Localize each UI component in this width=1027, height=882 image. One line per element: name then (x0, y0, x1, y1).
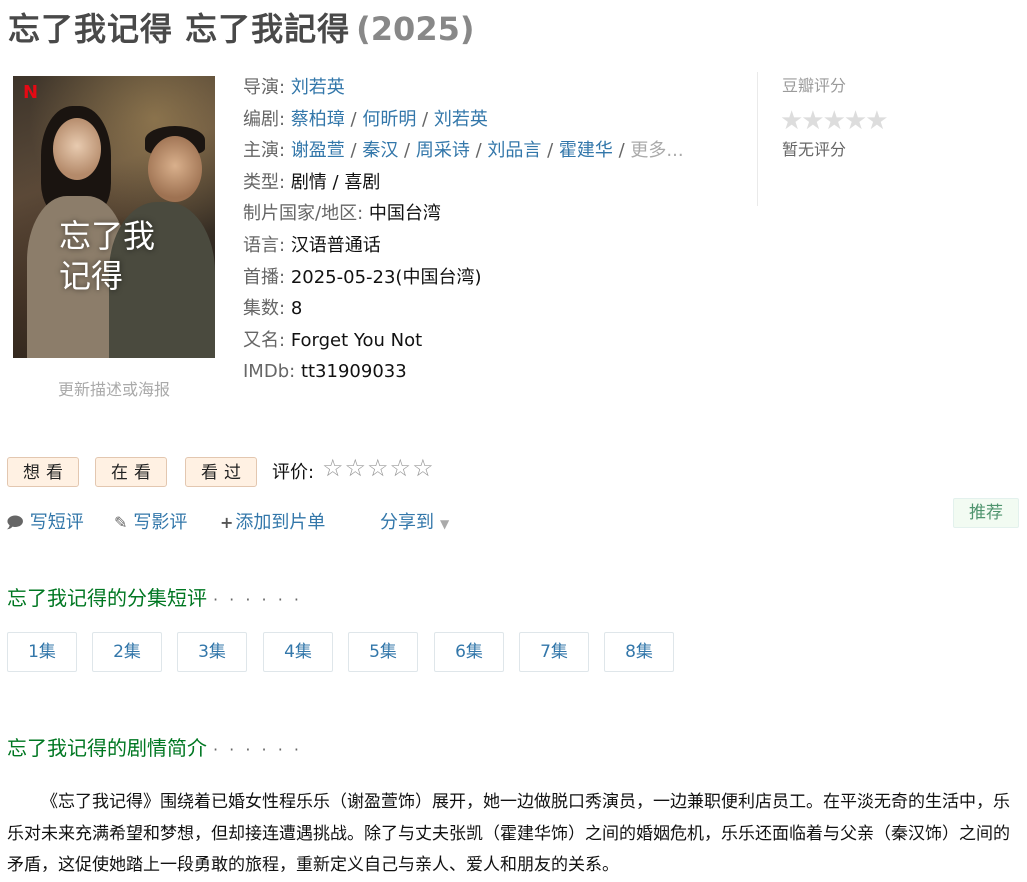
cast-more-link[interactable]: 更多... (630, 140, 683, 161)
language-label: 语言: (243, 234, 286, 256)
poster-title-overlay: 忘了我 记得 (59, 216, 155, 296)
imdb-row: IMDb: tt31909033 (243, 356, 684, 388)
rate-stars-input[interactable]: ☆☆☆☆☆ (322, 454, 435, 482)
summary-heading: 忘了我记得的剧情简介 · · · · · · (7, 732, 302, 761)
write-review-link[interactable]: ✎ 写影评 (114, 508, 187, 534)
episodes-label: 集数: (243, 298, 286, 320)
write-short-review-link[interactable]: 🗩 写短评 (6, 508, 84, 539)
netflix-logo: N (23, 82, 39, 103)
episodes-value: 8 (290, 298, 303, 320)
no-rating-text: 暂无评分 (782, 140, 847, 159)
plus-icon: + (220, 513, 234, 532)
share-dropdown[interactable]: 分享到 ▼ (380, 508, 449, 534)
genre-label: 类型: (243, 171, 286, 193)
episode-button[interactable]: 6集 (434, 632, 504, 672)
aka-value: Forget You Not (290, 329, 423, 351)
imdb-value: tt31909033 (300, 361, 407, 383)
watched-button[interactable]: 看过 (185, 457, 257, 487)
director-row: 导演: 刘若英 (243, 72, 684, 104)
episode-button[interactable]: 4集 (263, 632, 333, 672)
writer-link[interactable]: 刘若英 (434, 109, 488, 130)
episode-button[interactable]: 7集 (519, 632, 589, 672)
section-dots: · · · · · · (213, 590, 302, 609)
region-value: 中国台湾 (368, 203, 441, 225)
premiere-row: 首播: 2025-05-23(中国台湾) (243, 262, 684, 294)
region-row: 制片国家/地区: 中国台湾 (243, 198, 684, 230)
director-link[interactable]: 刘若英 (291, 77, 345, 98)
caret-down-icon: ▼ (440, 517, 450, 531)
rating-box: 豆瓣评分 ★★★★★ 暂无评分 (757, 72, 958, 206)
summary-title: 忘了我记得的剧情简介 (7, 736, 207, 760)
episode-reviews-title: 忘了我记得的分集短评 (7, 586, 207, 610)
episode-button[interactable]: 5集 (348, 632, 418, 672)
episode-button[interactable]: 3集 (177, 632, 247, 672)
cast-label: 主演: (243, 140, 286, 162)
director-label: 导演: (243, 77, 286, 98)
cast-link[interactable]: 霍建华 (559, 140, 613, 161)
write-short-review-label: 写短评 (29, 512, 84, 533)
title-text: 忘了我记得 忘了我記得 (8, 10, 351, 48)
add-to-list-link[interactable]: + 添加到片单 (220, 508, 325, 534)
episode-button[interactable]: 2集 (92, 632, 162, 672)
writer-link[interactable]: 何昕明 (362, 109, 416, 130)
poster-title-line1: 忘了我 (59, 217, 156, 255)
watching-button[interactable]: 在看 (95, 457, 167, 487)
poster-figure-woman-face (53, 118, 101, 180)
aka-row: 又名: Forget You Not (243, 325, 684, 357)
region-label: 制片国家/地区: (243, 203, 364, 225)
episodes-row: 集数: 8 (243, 293, 684, 325)
cast-row: 主演: 谢盈萱 / 秦汉 / 周采诗 / 刘品言 / 霍建华 / 更多... (243, 140, 684, 162)
recommend-button[interactable]: 推荐 (953, 498, 1019, 528)
episode-button[interactable]: 1集 (7, 632, 77, 672)
page-title: 忘了我记得 忘了我記得 (2025) (8, 4, 474, 50)
comment-icon: 🗩 (6, 513, 24, 532)
write-review-label: 写影评 (133, 512, 188, 533)
language-row: 语言: 汉语普通话 (243, 230, 684, 262)
cast-link[interactable]: 谢盈萱 (291, 140, 345, 161)
update-poster-link[interactable]: 更新描述或海报 (13, 376, 215, 400)
writer-row: 编剧: 蔡柏璋 / 何昕明 / 刘若英 (243, 108, 488, 130)
title-year: (2025) (356, 10, 475, 48)
writer-link[interactable]: 蔡柏璋 (291, 109, 345, 130)
imdb-label: IMDb: (243, 361, 296, 383)
share-label: 分享到 (380, 512, 434, 533)
section-dots: · · · · · · (213, 740, 302, 759)
aka-label: 又名: (243, 329, 286, 351)
info-panel: 导演: 刘若英 编剧: 蔡柏璋 / 何昕明 / 刘若英 主演: 谢盈萱 / 秦汉… (243, 72, 684, 388)
premiere-label: 首播: (243, 266, 286, 288)
cast-link[interactable]: 周采诗 (416, 140, 470, 161)
pencil-icon: ✎ (114, 513, 128, 532)
want-to-watch-button[interactable]: 想看 (7, 457, 79, 487)
poster-figure-man-face (148, 136, 202, 202)
genre-value: 剧情 / 喜剧 (290, 171, 381, 193)
rating-stars-icon: ★★★★★ (780, 106, 889, 136)
cast-link[interactable]: 秦汉 (362, 140, 398, 161)
plot-summary: 《忘了我记得》围绕着已婚女性程乐乐（谢盈萱饰）展开，她一边做脱口秀演员，一边兼职… (7, 792, 1010, 875)
episode-reviews-heading: 忘了我记得的分集短评 · · · · · · (7, 582, 302, 611)
premiere-value: 2025-05-23(中国台湾) (290, 266, 482, 288)
genre-row: 类型: 剧情 / 喜剧 (243, 167, 684, 199)
writer-label: 编剧: (243, 108, 286, 130)
rating-title: 豆瓣评分 (782, 76, 847, 95)
cast-link[interactable]: 刘品言 (487, 140, 541, 161)
rate-label: 评价: (272, 462, 315, 483)
episode-button[interactable]: 8集 (604, 632, 674, 672)
language-value: 汉语普通话 (290, 234, 381, 256)
poster-title-line2: 记得 (59, 257, 124, 295)
add-to-list-label: 添加到片单 (235, 512, 326, 533)
poster-image[interactable]: N 忘了我 记得 (13, 76, 215, 358)
